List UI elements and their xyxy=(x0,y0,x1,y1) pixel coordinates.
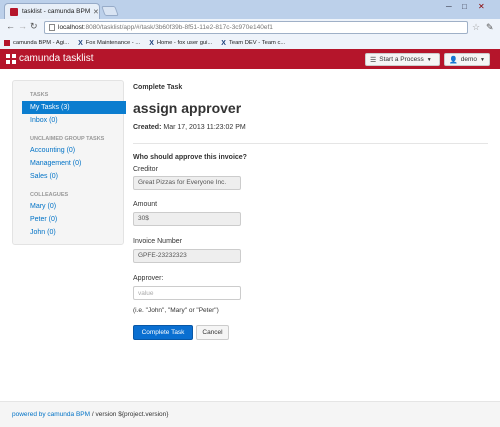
version-text: / version ${project.version} xyxy=(90,411,169,418)
address-bar[interactable]: localhost:8080/tasklist/app/#/task/3b60f… xyxy=(44,21,468,34)
approver-input[interactable] xyxy=(133,286,241,300)
start-process-button[interactable]: ☰ Start a Process ▼ xyxy=(365,53,440,66)
confluence-x-icon: X xyxy=(78,39,83,47)
window-close-icon[interactable]: ✕ xyxy=(478,2,485,11)
tab-title: tasklist - camunda BPM xyxy=(22,8,90,15)
back-arrow-icon[interactable]: ← xyxy=(6,21,15,31)
camunda-bookmark-icon xyxy=(4,39,10,46)
app-header: camunda tasklist ☰ Start a Process ▼ 👤 d… xyxy=(0,49,500,69)
form-question: Who should approve this invoice? xyxy=(133,154,247,161)
settings-wrench-icon[interactable]: ✎ xyxy=(486,22,494,33)
bookmark-item[interactable]: camunda BPM - Agi... xyxy=(4,39,70,46)
confluence-x-icon: X xyxy=(221,39,226,47)
caret-down-icon: ▼ xyxy=(426,56,432,63)
approver-label: Approver: xyxy=(133,275,164,282)
list-icon: ☰ xyxy=(370,56,377,64)
browser-toolbar: ← → ↻ localhost:8080/tasklist/app/#/task… xyxy=(0,19,500,36)
tab-strip: tasklist - camunda BPM ✕ ─ □ ✕ xyxy=(0,0,500,19)
bookmark-label: Home - fox user gui... xyxy=(156,39,213,46)
reload-icon[interactable]: ↻ xyxy=(30,21,38,32)
sidebar-item-sales[interactable]: Sales (0) xyxy=(30,173,58,180)
confluence-x-icon: X xyxy=(149,39,154,47)
sidebar-item-peter[interactable]: Peter (0) xyxy=(30,216,57,223)
page-icon xyxy=(49,24,55,31)
window-maximize-icon[interactable]: □ xyxy=(462,2,467,11)
amount-field: 30$ xyxy=(133,212,241,226)
invoice-number-field: GPFE-23232323 xyxy=(133,249,241,263)
complete-task-button[interactable]: Complete Task xyxy=(133,325,193,340)
url-host: localhost xyxy=(58,24,84,31)
url-path: :8080/tasklist/app/#/task/3b60f39b-8f51-… xyxy=(83,24,273,31)
footer: powered by camunda BPM / version ${proje… xyxy=(0,401,500,427)
sidebar-heading-colleagues: COLLEAGUES xyxy=(30,192,69,198)
bookmark-star-icon[interactable]: ☆ xyxy=(472,22,480,33)
user-icon: 👤 xyxy=(449,56,458,64)
sidebar-item-mary[interactable]: Mary (0) xyxy=(30,203,56,210)
cancel-button[interactable]: Cancel xyxy=(196,325,229,340)
created-value: Mar 17, 2013 11:23:02 PM xyxy=(163,124,246,131)
task-title: assign approver xyxy=(133,100,242,116)
forward-arrow-icon[interactable]: → xyxy=(18,21,27,31)
start-process-label: Start a Process xyxy=(379,56,424,63)
sidebar-heading-tasks: TASKS xyxy=(30,92,49,98)
tab-close-icon[interactable]: ✕ xyxy=(93,8,99,16)
creditor-field: Great Pizzas for Everyone Inc. xyxy=(133,176,241,190)
created-label: Created: xyxy=(133,124,162,131)
bookmarks-bar: camunda BPM - Agi... X Fox Maintenance -… xyxy=(0,36,500,49)
new-tab-button[interactable] xyxy=(101,6,119,16)
powered-by-link[interactable]: powered by camunda BPM xyxy=(12,411,90,418)
approver-hint: (i.e. "John", "Mary" or "Peter") xyxy=(133,307,219,314)
sidebar-item-inbox[interactable]: Inbox (0) xyxy=(30,117,58,124)
page-subtitle: Complete Task xyxy=(133,84,183,91)
divider xyxy=(133,143,488,144)
bookmark-label: camunda BPM - Agi... xyxy=(13,39,70,46)
caret-down-icon: ▼ xyxy=(479,56,485,63)
camunda-logo-icon xyxy=(6,53,16,64)
user-label: demo xyxy=(460,56,477,63)
brand[interactable]: camunda tasklist xyxy=(6,53,93,64)
brand-name: camunda tasklist xyxy=(19,53,94,64)
amount-label: Amount xyxy=(133,201,158,208)
browser-chrome: tasklist - camunda BPM ✕ ─ □ ✕ ← → ↻ loc… xyxy=(0,0,500,49)
invoice-number-label: Invoice Number xyxy=(133,238,183,245)
sidebar-item-accounting[interactable]: Accounting (0) xyxy=(30,147,75,154)
footer-text: powered by camunda BPM / version ${proje… xyxy=(12,411,168,418)
bookmark-item[interactable]: X Team DEV - Team c... xyxy=(221,39,286,47)
sidebar-item-john[interactable]: John (0) xyxy=(30,229,56,236)
bookmark-item[interactable]: X Fox Maintenance - ... xyxy=(78,39,141,47)
bookmark-label: Team DEV - Team c... xyxy=(228,39,286,46)
creditor-label: Creditor xyxy=(133,166,158,173)
bookmark-item[interactable]: X Home - fox user gui... xyxy=(149,39,213,47)
window-minimize-icon[interactable]: ─ xyxy=(446,2,452,11)
sidebar-item-my-tasks[interactable]: My Tasks (3) xyxy=(22,101,126,114)
bookmark-label: Fox Maintenance - ... xyxy=(85,39,141,46)
camunda-favicon-icon xyxy=(10,7,18,16)
sidebar-heading-group-tasks: UNCLAIMED GROUP TASKS xyxy=(30,136,105,142)
sidebar: TASKS My Tasks (3) Inbox (0) UNCLAIMED G… xyxy=(12,80,126,245)
sidebar-item-management[interactable]: Management (0) xyxy=(30,160,81,167)
browser-tab[interactable]: tasklist - camunda BPM ✕ xyxy=(4,3,100,19)
created-info: Created: Mar 17, 2013 11:23:02 PM xyxy=(133,124,246,131)
user-menu-button[interactable]: 👤 demo ▼ xyxy=(444,53,490,66)
